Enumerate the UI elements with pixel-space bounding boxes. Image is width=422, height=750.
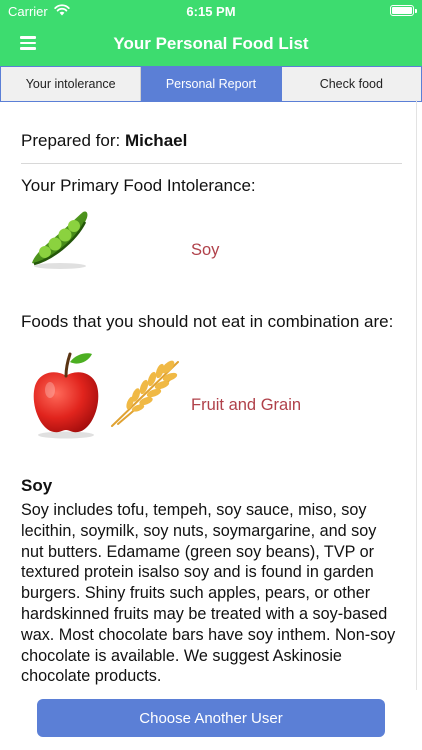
peas-icon	[32, 211, 88, 269]
battery-tip	[415, 9, 417, 13]
scroll-track	[416, 100, 417, 690]
choose-another-user-button[interactable]: Choose Another User	[37, 699, 385, 737]
user-name: Michael	[124, 131, 188, 150]
tab-check-food[interactable]: Check food	[281, 67, 421, 101]
segmented-tabs: Your intolerance Personal Report Check f…	[0, 66, 422, 102]
tab-your-intolerance[interactable]: Your intolerance	[1, 67, 142, 101]
primary-intolerance-value: Soy	[191, 241, 220, 259]
apple-icon	[33, 352, 99, 439]
page-title: Your Personal Food List	[113, 34, 309, 53]
divider	[21, 163, 402, 164]
section-title: Soy	[21, 476, 53, 495]
wheat-icon	[111, 360, 179, 427]
prepared-label: Prepared for:	[21, 131, 121, 150]
status-time: 6:15 PM	[186, 4, 236, 19]
primary-intolerance-heading: Your Primary Food Intolerance:	[21, 176, 256, 195]
app-header: Carrier 6:15 PM Your Personal Food List	[0, 0, 422, 66]
intolerance-description: Soy includes tofu, tempeh, soy sauce, mi…	[21, 501, 396, 686]
prepared-for: Prepared for: Michael	[21, 131, 187, 151]
tab-personal-report[interactable]: Personal Report	[141, 67, 282, 101]
combination-heading: Foods that you should not eat in combina…	[21, 312, 394, 331]
status-bar: Carrier 6:15 PM	[0, 0, 422, 22]
battery-icon	[390, 5, 414, 16]
combination-foods-value: Fruit and Grain	[191, 396, 302, 414]
